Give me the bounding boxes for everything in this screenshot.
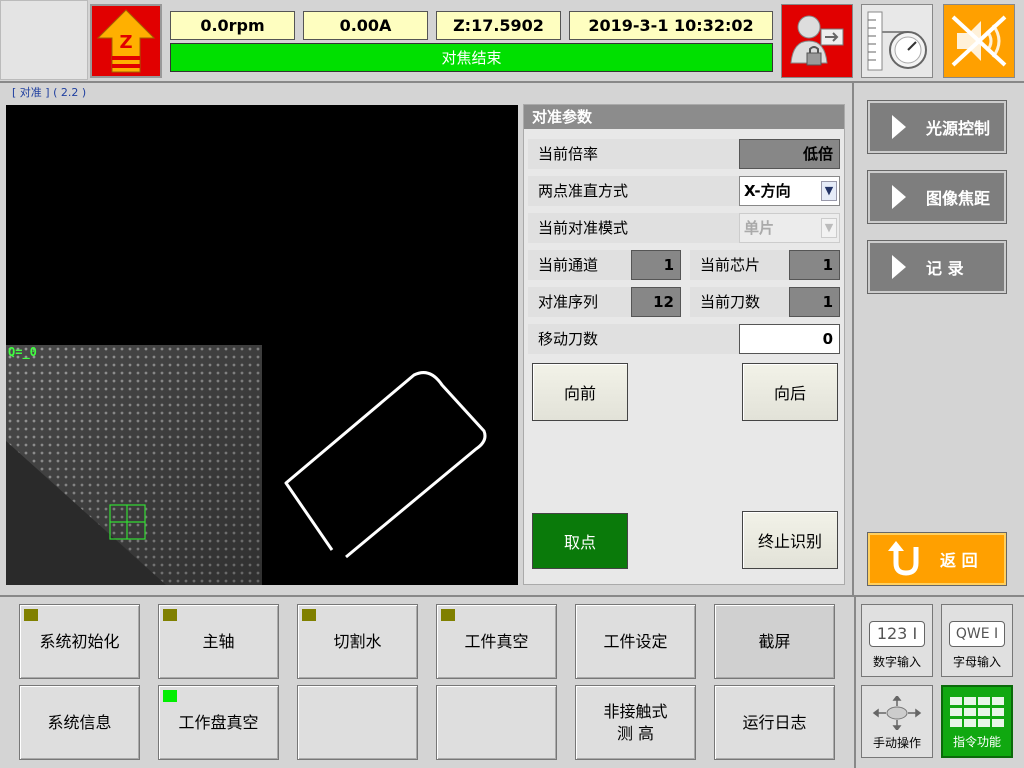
align-mode-value: 单片 <box>744 219 775 237</box>
noncontact-height-button[interactable]: 非接触式 测 高 <box>575 685 696 760</box>
status-indicator <box>163 609 177 621</box>
back-label: 返 回 <box>940 551 978 570</box>
manual-operation-label: 手动操作 <box>872 736 921 750</box>
workpiece-vacuum-label: 工件真空 <box>464 631 529 651</box>
system-init-label: 系统初始化 <box>39 631 120 651</box>
blade-label: 当前刀数 <box>690 287 790 317</box>
spindle-button[interactable]: 主轴 <box>158 604 279 679</box>
chevron-down-icon[interactable]: ▼ <box>821 181 837 201</box>
channel-value: 1 <box>631 250 681 280</box>
magnification-value: 低倍 <box>739 139 840 169</box>
system-init-button[interactable]: 系统初始化 <box>19 604 140 679</box>
light-control-button[interactable]: 光源控制 <box>867 100 1007 154</box>
keyboard-qwe-icon: QWE I <box>949 621 1005 647</box>
u-turn-icon <box>888 541 919 576</box>
alignment-params-panel: 对准参数 当前倍率 低倍 两点准直方式 X-方向 ▼ 当前对准模式 单片 ▼ 当… <box>523 104 845 585</box>
cutting-water-label: 切割水 <box>333 631 382 651</box>
empty-button <box>297 685 418 760</box>
record-button[interactable]: 记 录 <box>867 240 1007 294</box>
sequence-value: 12 <box>631 287 681 317</box>
header-divider <box>0 81 1024 83</box>
numeric-input-label: 数字输入 <box>872 655 921 669</box>
cutting-water-button[interactable]: 切割水 <box>297 604 418 679</box>
alpha-input-label: 字母输入 <box>952 655 1001 669</box>
two-point-mode-label: 两点准直方式 <box>528 176 742 206</box>
status-indicator <box>302 609 316 621</box>
blade-value: 1 <box>789 287 840 317</box>
table-vacuum-button[interactable]: 工作盘真空 <box>158 685 279 760</box>
input-divider <box>854 597 856 768</box>
camera-view: Q=_0 <box>6 105 518 585</box>
move-blade-label: 移动刀数 <box>528 324 742 354</box>
status-indicator <box>441 609 455 621</box>
chip-label: 当前芯片 <box>690 250 790 280</box>
camera-image <box>6 345 487 585</box>
backward-button[interactable]: 向后 <box>742 363 838 421</box>
mute-button[interactable] <box>943 4 1015 78</box>
two-point-mode-select[interactable]: X-方向 ▼ <box>739 176 840 206</box>
command-function-label: 指令功能 <box>952 735 1001 749</box>
noncontact-label-2: 测 高 <box>616 723 655 743</box>
alignment-outline <box>284 371 487 559</box>
z-axis-up-button[interactable]: Z <box>90 4 162 78</box>
manual-operation-button[interactable]: 手动操作 <box>861 685 933 758</box>
stop-recognition-button[interactable]: 终止识别 <box>742 511 838 569</box>
z-position-display: Z:17.5902 <box>436 11 561 40</box>
workpiece-vacuum-button[interactable]: 工件真空 <box>436 604 557 679</box>
alpha-input-button[interactable]: QWE I 字母输入 <box>941 604 1013 677</box>
system-info-button[interactable]: 系统信息 <box>19 685 140 760</box>
forward-button[interactable]: 向前 <box>532 363 628 421</box>
status-indicator <box>163 690 177 702</box>
chip-value: 1 <box>789 250 840 280</box>
align-mode-select: 单片 ▼ <box>739 213 840 243</box>
spindle-label: 主轴 <box>202 631 235 651</box>
status-indicator <box>24 609 38 621</box>
numeric-input-button[interactable]: 123 I 数字输入 <box>861 604 933 677</box>
channel-label: 当前通道 <box>528 250 632 280</box>
command-function-button[interactable]: 指令功能 <box>941 685 1013 758</box>
record-label: 记 录 <box>926 259 964 278</box>
empty-button <box>436 685 557 760</box>
ruler-gauge-icon <box>867 11 927 71</box>
q-indicator: Q=_0 <box>8 345 37 359</box>
speaker-mute-icon <box>951 15 1007 67</box>
move-blade-input[interactable]: 0 <box>739 324 840 354</box>
spindle-rpm-display: 0.0rpm <box>170 11 295 40</box>
keypad-grid-icon <box>950 697 1004 727</box>
breadcrumb: [ 对准 ] ( 2.2 ) <box>12 86 87 99</box>
user-login-button[interactable] <box>781 4 853 78</box>
current-display: 0.00A <box>303 11 428 40</box>
noncontact-label-1: 非接触式 <box>603 701 668 721</box>
gauge-button[interactable] <box>861 4 933 78</box>
screenshot-button[interactable]: 截屏 <box>714 604 835 679</box>
panel-title: 对准参数 <box>524 105 844 129</box>
chevron-down-icon: ▼ <box>821 218 837 238</box>
table-vacuum-label: 工作盘真空 <box>178 712 259 732</box>
datetime-display: 2019-3-1 10:32:02 <box>569 11 773 40</box>
play-icon <box>892 255 906 279</box>
user-lock-icon <box>790 15 844 66</box>
right-divider <box>852 82 854 595</box>
keypad-123-icon: 123 I <box>869 621 925 647</box>
bottom-divider <box>0 595 1024 597</box>
play-icon <box>892 115 906 139</box>
svg-text:Z: Z <box>119 32 132 53</box>
two-point-mode-value: X-方向 <box>744 182 791 200</box>
joystick-icon <box>872 696 922 730</box>
light-control-label: 光源控制 <box>926 119 991 138</box>
magnification-label: 当前倍率 <box>528 139 742 169</box>
play-icon <box>892 185 906 209</box>
run-log-button[interactable]: 运行日志 <box>714 685 835 760</box>
z-up-arrow-icon: Z <box>96 9 156 73</box>
status-message-bar: 对焦结束 <box>170 43 773 72</box>
pick-point-button[interactable]: 取点 <box>532 513 628 569</box>
app-logo <box>0 0 88 80</box>
image-focus-label: 图像焦距 <box>926 189 991 208</box>
image-focus-button[interactable]: 图像焦距 <box>867 170 1007 224</box>
back-button[interactable]: 返 回 <box>867 532 1007 586</box>
sequence-label: 对准序列 <box>528 287 632 317</box>
workpiece-setting-button[interactable]: 工件设定 <box>575 604 696 679</box>
align-mode-label: 当前对准模式 <box>528 213 742 243</box>
